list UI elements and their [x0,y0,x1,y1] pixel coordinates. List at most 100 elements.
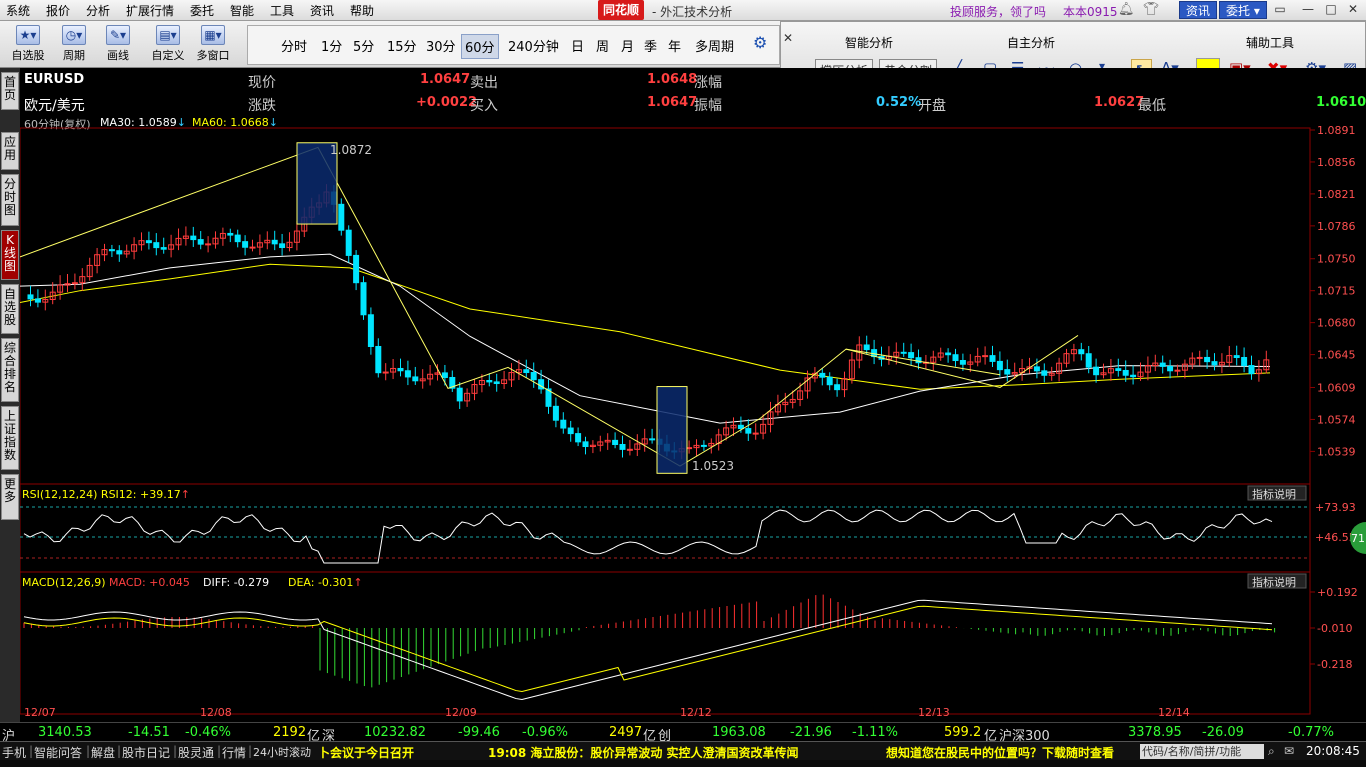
menu-news[interactable]: 资讯 [310,2,334,19]
menu-extended-quote[interactable]: 扩展行情 [126,2,174,19]
candle-body [745,428,752,434]
menu-quote[interactable]: 报价 [46,2,70,19]
sz-value[interactable]: 10232.82 [364,725,426,740]
period-240m[interactable]: 240分钟 [508,36,559,55]
candle-body [279,243,286,249]
macd-tick-label: -0.010 [1317,622,1352,635]
period-multi[interactable]: 多周期 [695,36,734,55]
date-label: 12/08 [200,706,232,716]
search-icon[interactable]: ⌕ [1268,744,1275,759]
candle-body [959,360,966,365]
candle-body [190,235,197,241]
tab-timeshare[interactable]: 分时图 [1,174,19,226]
footer-stock-genie[interactable]: 股灵通 [178,744,214,761]
period-15m[interactable]: 15分 [387,36,417,55]
candle-body [205,243,212,246]
value-change: +0.0022 [416,95,478,110]
tab-watchlist[interactable]: 自选股 [1,284,19,334]
tab-kline[interactable]: K线图 [1,230,19,280]
tab-apps[interactable]: 应用 [1,132,19,170]
period-30m[interactable]: 30分 [426,36,456,55]
tab-more[interactable]: 更多 [1,474,19,520]
news-ticker-2[interactable]: 19:08 海立股份：股价异常波动 实控人澄清国资改革传闻 [488,744,799,761]
period-button[interactable]: ◷▾ 周期 [54,23,94,65]
cy-value[interactable]: 1963.08 [712,725,766,740]
period-week[interactable]: 周 [596,36,609,55]
restore-icon[interactable]: ▭ [1270,2,1290,18]
candle-body [1241,357,1248,367]
ma30-polyline [20,253,1271,424]
news-ticker-3[interactable]: 想知道您在股民中的位置吗？下载随时查看 [886,744,1114,761]
candle-body [908,352,915,359]
indicator-help-rsi[interactable]: 指标说明 [1252,487,1296,501]
low-box [656,386,688,474]
period-month[interactable]: 月 [621,36,634,55]
self-analysis-header[interactable]: 自主分析 [1007,34,1055,51]
candle-body [456,387,463,402]
high-label: 1.0872 [330,143,372,157]
hs300-pct: -0.77% [1288,725,1334,740]
menu-analysis[interactable]: 分析 [86,2,110,19]
aux-tools-header[interactable]: 辅助工具 [1246,34,1294,51]
value-open: 1.0627 [1094,95,1145,110]
footer-bar: 手机 | 智能问答 | 解盘 | 股市日记 | 股灵通 | 行情 | 24小时滚… [0,741,1366,760]
period-5m[interactable]: 5分 [353,36,374,55]
menu-tools[interactable]: 工具 [270,2,294,19]
macd-panel: +0.192 -0.010 -0.218 [23,586,1358,701]
maximize-icon[interactable]: □ [1321,2,1341,18]
value-buy: 1.0647 [647,95,698,110]
code-search-input[interactable]: 代码/名称/简拼/功能 [1140,744,1264,759]
custom-button[interactable]: ▤▾ 自定义 [148,23,188,65]
news-ticker-1[interactable]: 卜会议于今日召开 [318,744,414,761]
minimize-icon[interactable]: — [1298,2,1318,18]
sh-value[interactable]: 3140.53 [38,725,92,740]
footer-market[interactable]: 行情 [222,744,246,761]
period-quarter[interactable]: 季 [644,36,657,55]
candle-body [1004,369,1011,375]
smart-analysis-header[interactable]: 智能分析 [845,34,893,51]
menu-system[interactable]: 系统 [6,2,30,19]
candle-body [404,370,411,378]
footer-rolling-news[interactable]: 24小时滚动 [253,744,311,760]
watchlist-button[interactable]: ★▾ 自选股 [8,23,48,65]
hs300-value[interactable]: 3378.95 [1128,725,1182,740]
tab-home[interactable]: 首页 [1,72,19,110]
period-60m[interactable]: 60分 [461,34,499,59]
shirt-icon[interactable]: 👕︎ [1143,2,1160,17]
index-status-bar: 沪 3140.53 -14.51 -0.46% 2192 亿 深 10232.8… [0,722,1366,744]
candle-body [567,427,574,435]
footer-smart-qa[interactable]: 智能问答 [34,744,82,761]
menu-trade[interactable]: 委托 [190,2,214,19]
candle-body [834,384,841,391]
menu-smart[interactable]: 智能 [230,2,254,19]
bell-icon[interactable]: 🔔︎ [1118,2,1135,17]
menu-help[interactable]: 帮助 [350,2,374,19]
tab-ranking[interactable]: 综合排名 [1,338,19,402]
label-buy: 买入 [470,98,498,114]
period-1m[interactable]: 1分 [321,36,342,55]
close-icon[interactable]: ✕ [1343,2,1363,18]
panel-close-icon[interactable]: ✕ [783,31,793,45]
kline-chart[interactable]: 1.0891 1.0856 1.0821 1.0786 1.0750 1.0715 1.06… [20,118,1366,716]
candle-body [486,379,493,383]
gear-icon[interactable]: ⚙ [753,33,767,52]
period-day[interactable]: 日 [571,36,584,55]
candle-body [367,314,374,347]
draw-button[interactable]: ✎▾ 画线 [98,23,138,65]
toolbar: ★▾ 自选股 ◷▾ 周期 ✎▾ 画线 ▤▾ 自定义 ▦▾ 多窗口 分时 1分 5分 15分… [0,21,1366,89]
promo-link[interactable]: 投顾服务，领了吗 [950,3,1046,20]
period-timeshare[interactable]: 分时 [281,36,307,55]
rsi-tick-label: +46.55 [1315,531,1356,544]
indicator-help-macd[interactable]: 指标说明 [1252,575,1296,589]
footer-mobile[interactable]: 手机 [2,744,26,761]
period-year[interactable]: 年 [668,36,681,55]
tab-sh-index[interactable]: 上证指数 [1,406,19,470]
news-button[interactable]: 资讯 [1179,1,1218,19]
footer-diary[interactable]: 股市日记 [122,744,170,761]
chat-icon[interactable]: ✉ [1284,744,1294,758]
trade-button[interactable]: 委托 ▾ [1219,1,1267,19]
sh-pct: -0.46% [185,725,231,740]
custom-icon: ▤▾ [156,25,180,45]
footer-commentary[interactable]: 解盘 [91,744,115,761]
multiwindow-button[interactable]: ▦▾ 多窗口 [193,23,233,65]
